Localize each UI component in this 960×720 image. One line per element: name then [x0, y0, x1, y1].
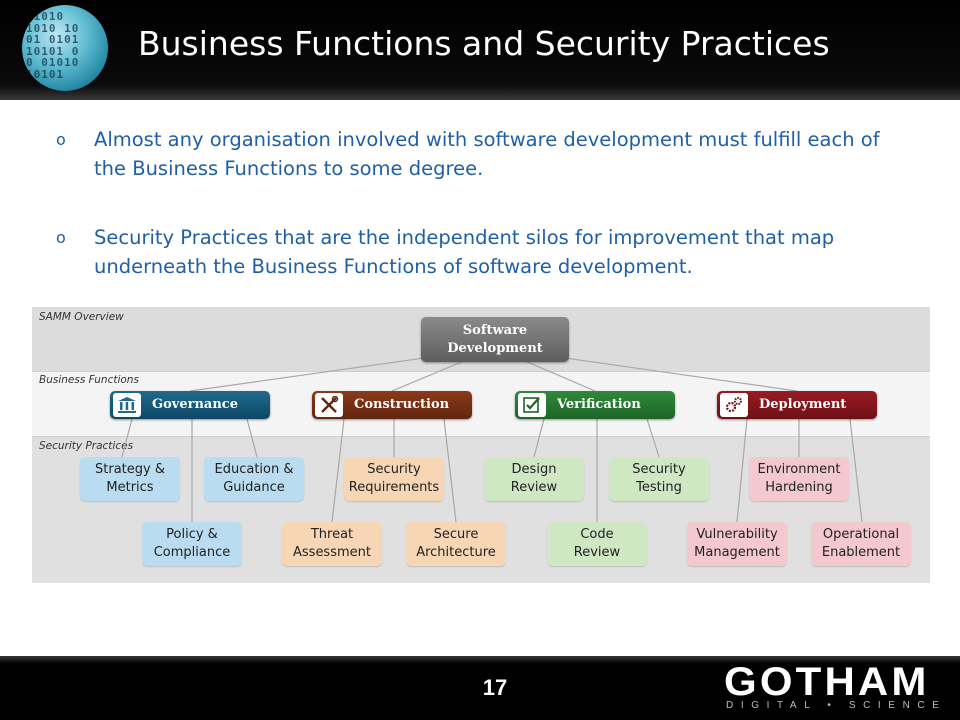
practice-strategy-metrics: Strategy & Metrics	[80, 457, 180, 501]
practice-threat-assessment: Threat Assessment	[282, 522, 382, 566]
function-deployment: Deployment	[717, 391, 877, 419]
root-software-development: Software Development	[421, 317, 569, 362]
bullet-item: o Almost any organisation involved with …	[56, 125, 916, 183]
gotham-logo: GOTHAM DIGITAL • SCIENCE	[724, 660, 939, 714]
practice-line2: Review	[510, 480, 558, 495]
bullet-text: Almost any organisation involved with so…	[94, 128, 880, 180]
function-construction: Construction	[312, 391, 472, 419]
bullet-list: o Almost any organisation involved with …	[56, 125, 916, 321]
practice-line1: Threat	[310, 527, 354, 542]
page-number: 17	[482, 675, 508, 700]
slide-title: Business Functions and Security Practice…	[138, 24, 830, 63]
practice-line1: Policy &	[166, 527, 218, 542]
practice-line1: Secure	[433, 527, 479, 542]
practice-line2: Assessment	[293, 545, 371, 560]
practice-environment-hardening: Environment Hardening	[749, 457, 849, 501]
practice-security-testing: Security Testing	[609, 457, 709, 501]
practice-line2: Management	[694, 545, 780, 560]
practice-line1: Education &	[214, 462, 294, 477]
function-label: Construction	[354, 397, 450, 412]
bullet-marker: o	[56, 130, 66, 149]
practice-education-guidance: Education & Guidance	[204, 457, 304, 501]
binary-globe-icon: 01010 1010 10 01 0101 10101 0 0 01010 10…	[22, 5, 108, 91]
root-label-line1: Software	[462, 323, 528, 338]
function-label: Governance	[152, 397, 238, 412]
gears-icon	[720, 393, 748, 417]
practice-line2: Enablement	[821, 545, 901, 560]
tools-icon	[315, 393, 343, 417]
function-label: Verification	[557, 397, 641, 412]
slide-footer: 17 GOTHAM DIGITAL • SCIENCE	[0, 656, 960, 720]
practice-line1: Design	[511, 462, 557, 477]
function-verification: Verification	[515, 391, 675, 419]
practice-line1: Operational	[822, 527, 900, 542]
building-icon	[113, 393, 141, 417]
checklist-icon	[518, 393, 546, 417]
practice-security-requirements: Security Requirements	[344, 457, 444, 501]
practice-vulnerability-management: Vulnerability Management	[687, 522, 787, 566]
practice-code-review: Code Review	[547, 522, 647, 566]
bullet-text: Security Practices that are the independ…	[94, 226, 835, 278]
practice-line2: Hardening	[765, 480, 833, 495]
function-label: Deployment	[759, 397, 847, 412]
logo-tagline: DIGITAL • SCIENCE	[726, 700, 947, 711]
practice-line1: Environment	[757, 462, 841, 477]
practice-secure-architecture: Secure Architecture	[406, 522, 506, 566]
practice-policy-compliance: Policy & Compliance	[142, 522, 242, 566]
practice-line2: Requirements	[348, 480, 440, 495]
slide-header: 01010 1010 10 01 0101 10101 0 0 01010 10…	[0, 0, 960, 100]
practice-operational-enablement: Operational Enablement	[811, 522, 911, 566]
function-governance: Governance	[110, 391, 270, 419]
bullet-marker: o	[56, 228, 66, 247]
practice-line2: Metrics	[106, 480, 154, 495]
logo-wordmark: GOTHAM	[724, 660, 930, 704]
practice-line1: Security	[632, 462, 686, 477]
practice-design-review: Design Review	[484, 457, 584, 501]
samm-overview-diagram: SAMM Overview Business Functions Securit…	[32, 307, 930, 583]
practice-line1: Security	[367, 462, 421, 477]
bullet-item: o Security Practices that are the indepe…	[56, 223, 916, 281]
practice-line2: Review	[573, 545, 621, 560]
practice-line2: Testing	[636, 480, 682, 495]
root-label-line2: Development	[447, 341, 543, 356]
practice-line2: Architecture	[416, 545, 496, 560]
practice-line2: Guidance	[223, 480, 285, 495]
practice-line1: Vulnerability	[696, 527, 778, 542]
practice-line2: Compliance	[153, 545, 231, 560]
practice-line1: Strategy &	[95, 462, 165, 477]
practice-line1: Code	[580, 527, 614, 542]
